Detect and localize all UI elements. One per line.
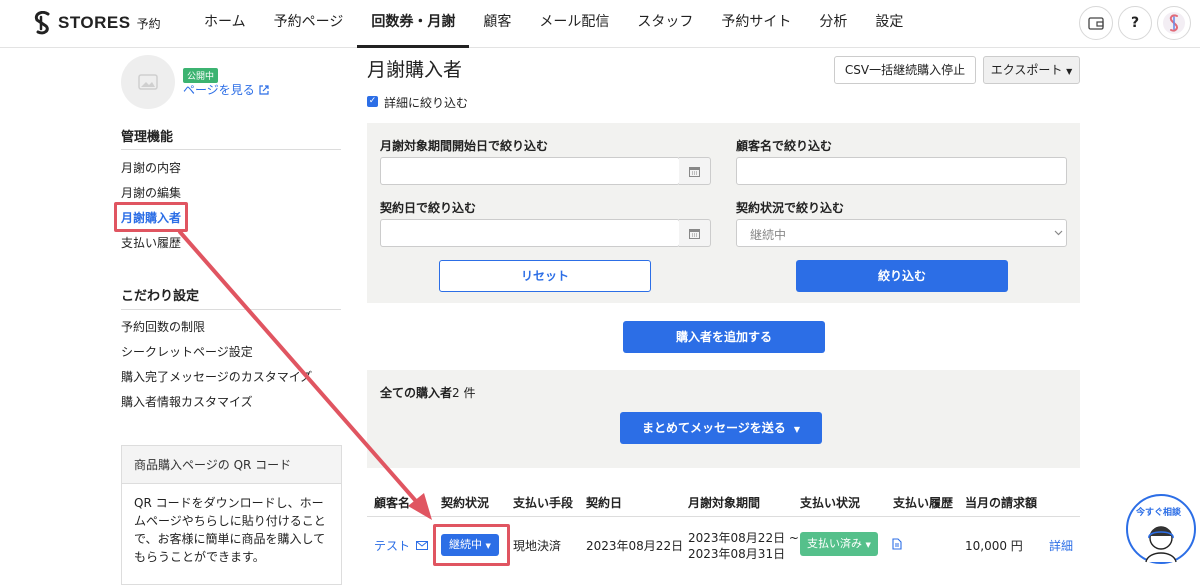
nav-analytics[interactable]: 分析 <box>805 0 861 48</box>
add-buyer-button[interactable]: 購入者を追加する <box>623 321 825 353</box>
custom-settings-section-title: こだわり設定 <box>121 289 200 304</box>
nav-booking-page[interactable]: 予約ページ <box>260 0 358 48</box>
nav-tickets-monthly[interactable]: 回数券・月謝 <box>357 0 470 48</box>
column-header-customer: 顧客名 <box>374 496 411 510</box>
help-icon: ? <box>1130 15 1140 31</box>
wallet-button[interactable] <box>1079 6 1113 40</box>
store-avatar <box>121 55 175 109</box>
qr-text-line: QR コードをダウンロードし、ホー <box>134 496 324 510</box>
mail-icon <box>415 541 428 550</box>
csv-bulk-stop-button[interactable]: CSV一括継続購入停止 <box>834 56 976 84</box>
contract-date-cell: 2023年08月22日 <box>586 539 684 553</box>
stores-logo-icon <box>34 11 50 35</box>
reset-button[interactable]: リセット <box>439 260 651 292</box>
calendar-icon <box>689 166 700 177</box>
column-header-payment-method: 支払い手段 <box>513 496 574 510</box>
column-header-payment-history: 支払い履歴 <box>893 496 954 510</box>
nav-customers[interactable]: 顧客 <box>469 0 525 48</box>
nav-settings[interactable]: 設定 <box>861 0 917 48</box>
period-start-calendar-button[interactable] <box>679 157 711 185</box>
section-divider <box>121 149 341 150</box>
sidebar-item-booking-limit[interactable]: 予約回数の制限 <box>121 318 205 335</box>
column-header-payment-status: 支払い状況 <box>800 496 861 510</box>
caret-down-icon: ▼ <box>865 541 871 549</box>
nav-booking-site[interactable]: 予約サイト <box>707 0 805 48</box>
document-icon[interactable] <box>892 538 902 550</box>
qr-panel-title: 商品購入ページの QR コード <box>122 446 341 484</box>
logo-text: STORES <box>58 13 131 32</box>
payment-method-cell: 現地決済 <box>513 539 562 553</box>
customer-link[interactable]: テスト <box>374 537 428 554</box>
apply-filter-button[interactable]: 絞り込む <box>796 260 1008 292</box>
page-title: 月謝購入者 <box>367 59 463 81</box>
view-page-link[interactable]: ページを見る <box>183 81 269 98</box>
qr-code-panel: 商品購入ページの QR コード QR コードをダウンロードし、ホー ムページやち… <box>121 445 342 585</box>
period-start-cell: 2023年08月22日 ~ <box>688 531 799 545</box>
account-avatar-icon <box>1163 12 1185 34</box>
detail-filter-checkbox[interactable]: ✓ <box>367 96 378 107</box>
sidebar-item-payment-history[interactable]: 支払い履歴 <box>121 234 181 251</box>
view-page-link-label: ページを見る <box>183 83 255 97</box>
bulk-message-button[interactable]: まとめてメッセージを送る ▼ <box>620 412 822 444</box>
sidebar-item-buyer-info[interactable]: 購入者情報カスタマイズ <box>121 393 253 410</box>
section-divider <box>121 309 341 310</box>
amount-cell: 10,000 円 <box>965 539 1023 553</box>
main-nav: ホーム 予約ページ 回数券・月謝 顧客 メール配信 スタッフ 予約サイト 分析 … <box>190 0 917 48</box>
bulk-message-button-label: まとめてメッセージを送る <box>641 421 786 435</box>
caret-down-icon: ▼ <box>1066 67 1073 76</box>
nav-home[interactable]: ホーム <box>190 0 260 48</box>
export-dropdown-button[interactable]: エクスポート ▼ <box>983 56 1080 84</box>
account-button[interactable] <box>1157 6 1191 40</box>
period-start-filter-label: 月謝対象期間開始日で絞り込む <box>380 139 549 153</box>
column-header-monthly-amount: 当月の請求額 <box>965 496 1038 510</box>
qr-text-line: もらうことができます。 <box>134 550 265 564</box>
stores-logo[interactable]: STORES 予約 <box>32 10 161 36</box>
nav-mail[interactable]: メール配信 <box>525 0 623 48</box>
chevron-down-icon <box>1054 230 1063 236</box>
contract-status-select-value: 継続中 <box>750 228 787 242</box>
highlight-box-sidebar <box>114 202 188 232</box>
logo-subtext: 予約 <box>136 16 161 31</box>
caret-down-icon: ▼ <box>793 425 801 434</box>
chat-consult-label: 今すぐ相談 <box>1136 508 1182 518</box>
image-placeholder-icon <box>138 74 158 90</box>
wallet-icon <box>1088 17 1104 30</box>
qr-text-line: で、お客様に簡単に商品を購入して <box>134 532 326 546</box>
detail-link[interactable]: 詳細 <box>1049 537 1073 554</box>
nav-staff[interactable]: スタッフ <box>623 0 707 48</box>
detail-filter-label: 詳細に絞り込む <box>384 96 469 110</box>
sidebar-item-monthly-edit[interactable]: 月謝の編集 <box>121 184 181 201</box>
contract-date-calendar-button[interactable] <box>679 219 711 247</box>
all-buyers-summary: 全ての購入者2 件 <box>380 384 475 401</box>
contract-date-filter-label: 契約日で絞り込む <box>380 201 477 215</box>
customer-name-input[interactable] <box>736 157 1067 185</box>
qr-panel-text: QR コードをダウンロードし、ホー ムページやちらしに貼り付けること で、お客様… <box>122 484 341 576</box>
top-header: STORES 予約 ホーム 予約ページ 回数券・月謝 顧客 メール配信 スタッフ… <box>0 0 1200 48</box>
column-header-contract-status: 契約状況 <box>441 496 490 510</box>
management-section-title: 管理機能 <box>121 130 174 145</box>
column-header-period: 月謝対象期間 <box>688 496 761 510</box>
sidebar-item-completion-message[interactable]: 購入完了メッセージのカスタマイズ <box>121 368 312 385</box>
export-button-label: エクスポート <box>990 63 1063 77</box>
table-header-divider <box>367 516 1080 517</box>
help-button[interactable]: ? <box>1118 6 1152 40</box>
customer-name: テスト <box>374 539 411 553</box>
period-start-input[interactable] <box>380 157 680 185</box>
highlight-box-status <box>433 524 510 566</box>
period-end-cell: 2023年08月31日 <box>688 547 786 561</box>
sidebar-item-monthly-content[interactable]: 月謝の内容 <box>121 159 181 176</box>
all-buyers-count: 2 件 <box>452 386 476 400</box>
sidebar-item-secret-page[interactable]: シークレットページ設定 <box>121 343 253 360</box>
external-link-icon <box>258 85 269 95</box>
contract-status-filter-label: 契約状況で絞り込む <box>736 201 845 215</box>
all-buyers-label: 全ての購入者 <box>380 386 453 400</box>
qr-text-line: ムページやちらしに貼り付けること <box>134 514 326 528</box>
customer-name-filter-label: 顧客名で絞り込む <box>736 139 833 153</box>
calendar-icon <box>689 228 700 239</box>
payment-status-dropdown[interactable]: 支払い済み ▼ <box>800 532 878 556</box>
payment-status-label: 支払い済み <box>807 537 863 550</box>
column-header-contract-date: 契約日 <box>586 496 623 510</box>
contract-date-input[interactable] <box>380 219 680 247</box>
